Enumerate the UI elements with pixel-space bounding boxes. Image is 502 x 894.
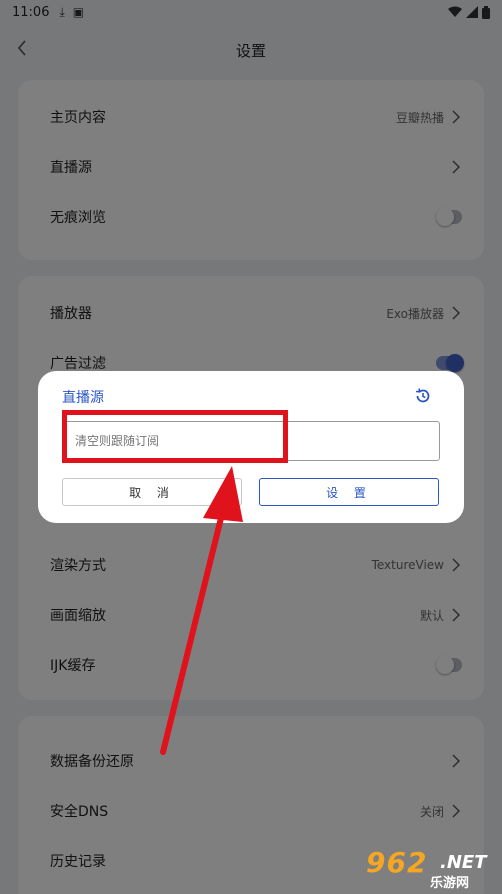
watermark-sub: 乐游网 — [430, 876, 470, 891]
history-icon[interactable] — [414, 387, 432, 405]
watermark-domain: .NET — [440, 852, 487, 873]
cancel-button[interactable]: 取 消 — [62, 478, 242, 506]
site-watermark: 962 .NET 乐游网 — [362, 846, 498, 891]
watermark-logo: 962 — [366, 846, 428, 879]
annotation-highlight-box — [62, 410, 288, 463]
confirm-button[interactable]: 设 置 — [259, 478, 439, 506]
dialog-title: 直播源 — [62, 390, 104, 406]
